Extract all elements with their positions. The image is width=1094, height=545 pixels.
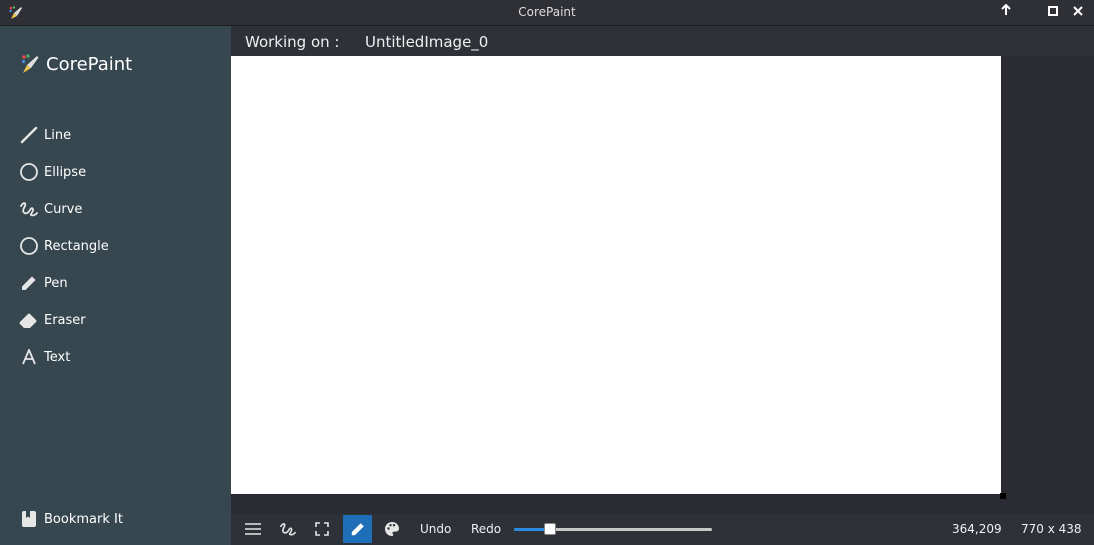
slider-handle[interactable] (544, 523, 556, 535)
tool-pen[interactable]: Pen (18, 271, 218, 295)
tool-text[interactable]: Text (18, 345, 218, 369)
undo-button[interactable]: Undo (420, 522, 451, 536)
title-bar: CorePaint (0, 0, 1094, 26)
palette-icon[interactable] (378, 515, 406, 543)
canvas-area (231, 56, 1094, 514)
cursor-coordinates: 364,209 (952, 522, 1002, 536)
tool-label: Rectangle (44, 238, 109, 254)
curve-icon (18, 198, 40, 220)
tool-rectangle[interactable]: Rectangle (18, 234, 218, 258)
tool-curve[interactable]: Curve (18, 197, 218, 221)
bookmark-label: Bookmark It (44, 511, 123, 527)
brand-name: CorePaint (46, 53, 133, 75)
line-icon (18, 124, 40, 146)
tool-line[interactable]: Line (18, 123, 218, 147)
app-logo-icon (21, 54, 39, 73)
text-icon (18, 346, 40, 368)
tool-label: Ellipse (44, 164, 87, 180)
eraser-icon (18, 309, 40, 331)
brush-size-slider[interactable] (514, 523, 712, 535)
drawing-canvas[interactable] (231, 56, 1001, 494)
file-name: UntitledImage_0 (365, 33, 489, 51)
close-icon[interactable] (1068, 3, 1088, 23)
pen-icon[interactable] (343, 515, 372, 543)
bottom-toolbar: Undo Redo 364,209 770 x 438 (231, 514, 1094, 545)
tool-label: Text (44, 349, 71, 365)
canvas-resize-handle[interactable] (1000, 493, 1006, 499)
working-on-label: Working on : (245, 33, 340, 51)
menu-icon[interactable] (239, 515, 267, 543)
fullscreen-icon[interactable] (308, 515, 336, 543)
tool-label: Pen (44, 275, 68, 291)
pen-icon (18, 272, 40, 294)
bookmark-icon (18, 508, 40, 530)
maximize-icon[interactable] (1043, 3, 1063, 23)
arrow-up-icon[interactable] (996, 3, 1016, 23)
redo-button[interactable]: Redo (471, 522, 501, 536)
ellipse-icon (18, 161, 40, 183)
window-title: CorePaint (518, 5, 576, 19)
rectangle-icon (18, 235, 40, 257)
bookmark-button[interactable]: Bookmark It (18, 507, 218, 531)
sidebar: CorePaint Line Ellipse Curve Rectangle P… (0, 26, 231, 545)
curve-icon[interactable] (274, 515, 302, 543)
tool-label: Eraser (44, 312, 86, 328)
tool-label: Curve (44, 201, 83, 217)
working-on-bar: Working on : UntitledImage_0 (231, 26, 1094, 56)
tool-eraser[interactable]: Eraser (18, 308, 218, 332)
brand: CorePaint (20, 51, 132, 77)
tool-ellipse[interactable]: Ellipse (18, 160, 218, 184)
tool-label: Line (44, 127, 72, 143)
canvas-dimensions: 770 x 438 (1021, 522, 1082, 536)
